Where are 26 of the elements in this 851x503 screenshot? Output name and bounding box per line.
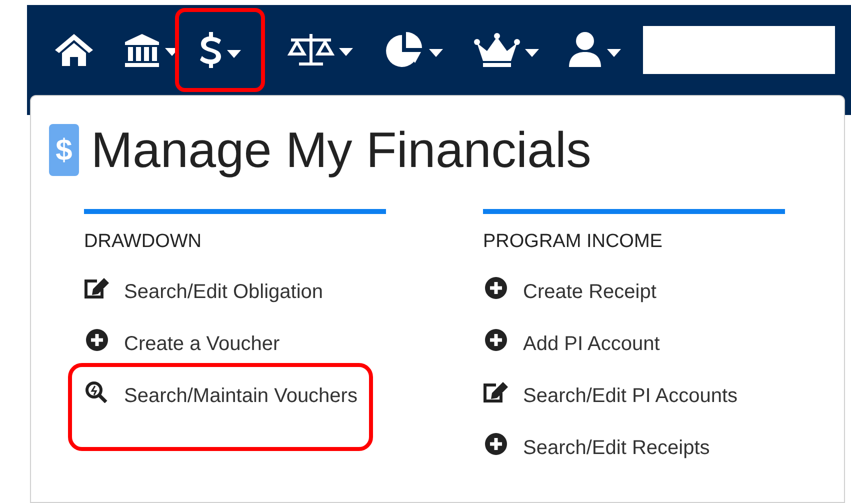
scales-icon	[287, 32, 335, 68]
crown-icon	[473, 31, 521, 69]
edit-icon	[483, 380, 509, 402]
menu-link[interactable]: Search/Edit PI Accounts	[483, 380, 738, 432]
section-heading: PROGRAM INCOME	[483, 230, 664, 254]
search-icon	[85, 380, 109, 402]
plus-circle-icon	[485, 276, 507, 298]
dollar-icon	[199, 30, 223, 70]
bank-icon	[123, 32, 161, 68]
menu-link[interactable]: Search/Maintain Vouchers	[68, 362, 374, 450]
edit-icon	[84, 276, 110, 298]
menu-title: Manage My Financials	[91, 125, 592, 175]
plus-circle-icon	[485, 328, 507, 350]
plus-circle-icon	[485, 432, 507, 454]
pie-chart-icon	[385, 31, 425, 69]
menu-link[interactable]: Search/Edit Obligation	[84, 276, 324, 328]
nav-menu-button[interactable]	[175, 8, 265, 92]
home-icon	[53, 32, 95, 68]
menu-link[interactable]: Search/Edit Receipts	[483, 432, 710, 484]
section-heading: DRAWDOWN	[84, 230, 202, 254]
plus-circle-icon	[86, 328, 108, 350]
menu-link[interactable]: Create Receipt	[483, 276, 656, 328]
dollar-badge: $	[49, 124, 79, 176]
user-icon	[567, 31, 603, 69]
search-field[interactable]	[643, 26, 835, 74]
menu-link[interactable]: Add PI Account	[483, 328, 660, 380]
